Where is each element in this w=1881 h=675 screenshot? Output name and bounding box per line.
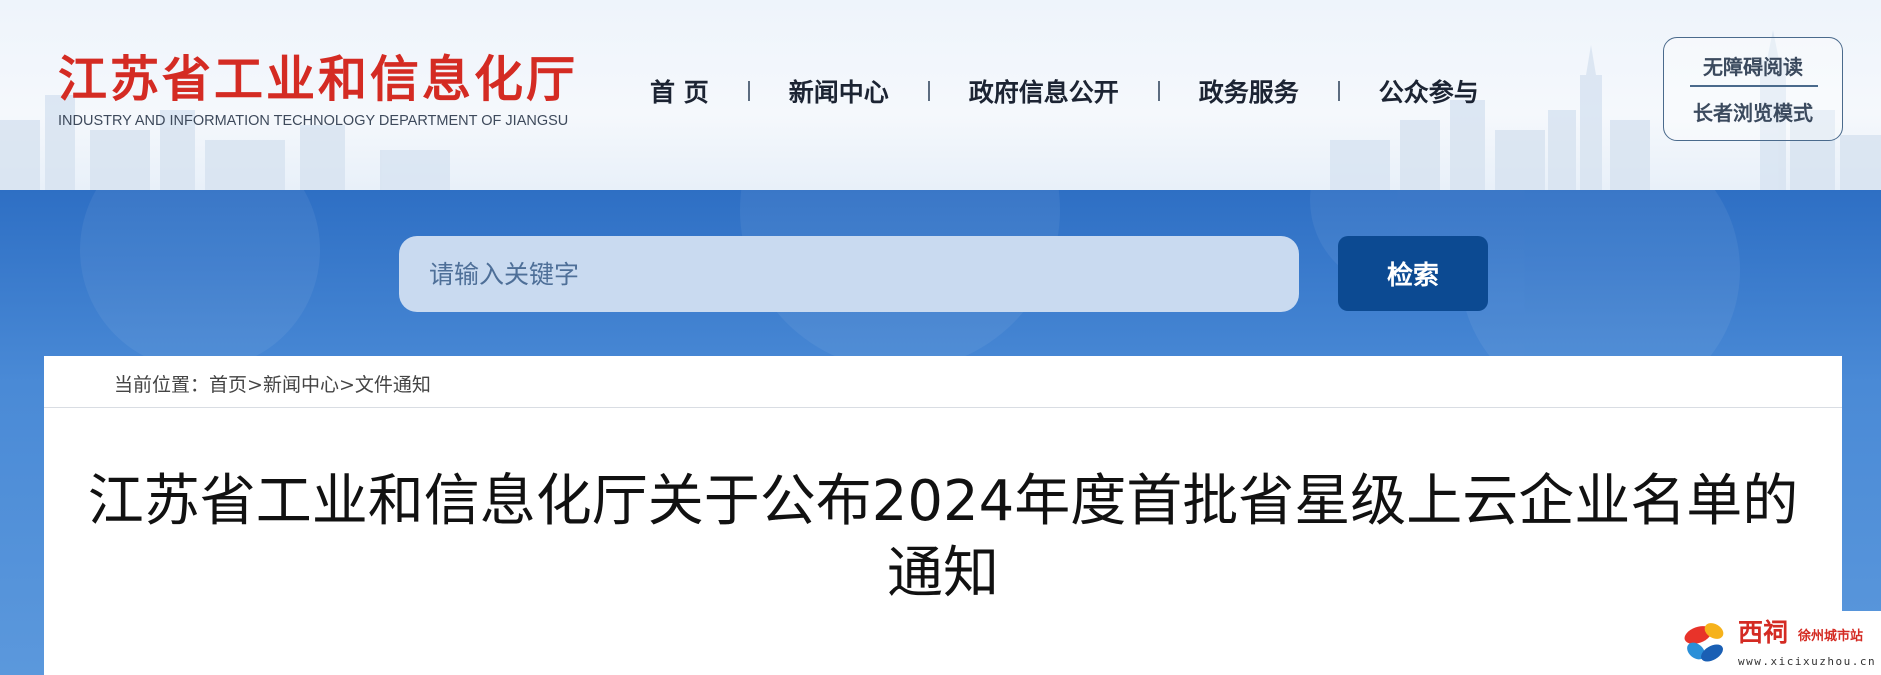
elder-mode-button[interactable]: 长者浏览模式 xyxy=(1664,97,1842,126)
watermark-url: www.xicixuzhou.cn xyxy=(1738,655,1877,668)
site-header: 江苏省工业和信息化厅 INDUSTRY AND INFORMATION TECH… xyxy=(0,0,1881,190)
article-title: 江苏省工业和信息化厅关于公布2024年度首批省星级上云企业名单的通知 xyxy=(87,469,1799,606)
nav-divider xyxy=(1337,81,1340,101)
article-card: 当前位置：首页>新闻中心>文件通知 江苏省工业和信息化厅关于公布2024年度首批… xyxy=(44,356,1842,675)
nav-home[interactable]: 首 页 xyxy=(650,73,709,109)
breadcrumb-separator: > xyxy=(338,374,355,396)
accessibility-panel: 无障碍阅读 长者浏览模式 xyxy=(1663,37,1843,141)
nav-news-center[interactable]: 新闻中心 xyxy=(789,73,889,109)
nav-gov-services[interactable]: 政务服务 xyxy=(1199,73,1299,109)
breadcrumb-news-center-link[interactable]: 新闻中心 xyxy=(263,374,339,396)
xici-logo-icon xyxy=(1684,623,1724,662)
accessibility-divider xyxy=(1690,85,1818,87)
barrier-free-reading-button[interactable]: 无障碍阅读 xyxy=(1664,51,1842,80)
main-nav: 首 页 新闻中心 政府信息公开 政务服务 公众参与 xyxy=(650,72,1479,110)
search-button[interactable]: 检索 xyxy=(1338,236,1488,311)
nav-gov-info-disclosure[interactable]: 政府信息公开 xyxy=(969,73,1119,109)
watermark-subtitle: 徐州城市站 xyxy=(1798,629,1864,644)
watermark-brand: 西祠 xyxy=(1738,618,1789,647)
xici-watermark: 西祠 徐州城市站 www.xicixuzhou.cn xyxy=(1668,611,1881,675)
nav-divider xyxy=(747,81,750,101)
breadcrumb: 当前位置：首页>新闻中心>文件通知 xyxy=(114,370,431,397)
breadcrumb-file-notice-link[interactable]: 文件通知 xyxy=(355,374,431,396)
site-logo-title[interactable]: 江苏省工业和信息化厅 xyxy=(58,40,578,111)
breadcrumb-home-link[interactable]: 首页 xyxy=(209,374,247,396)
site-logo-subtitle: INDUSTRY AND INFORMATION TECHNOLOGY DEPA… xyxy=(58,113,569,129)
breadcrumb-divider xyxy=(44,407,1842,408)
breadcrumb-separator: > xyxy=(247,374,263,396)
nav-public-participation[interactable]: 公众参与 xyxy=(1379,73,1479,109)
breadcrumb-prefix: 当前位置： xyxy=(114,374,210,396)
nav-divider xyxy=(1157,81,1160,101)
nav-divider xyxy=(927,81,930,101)
search-input[interactable] xyxy=(399,236,1299,312)
